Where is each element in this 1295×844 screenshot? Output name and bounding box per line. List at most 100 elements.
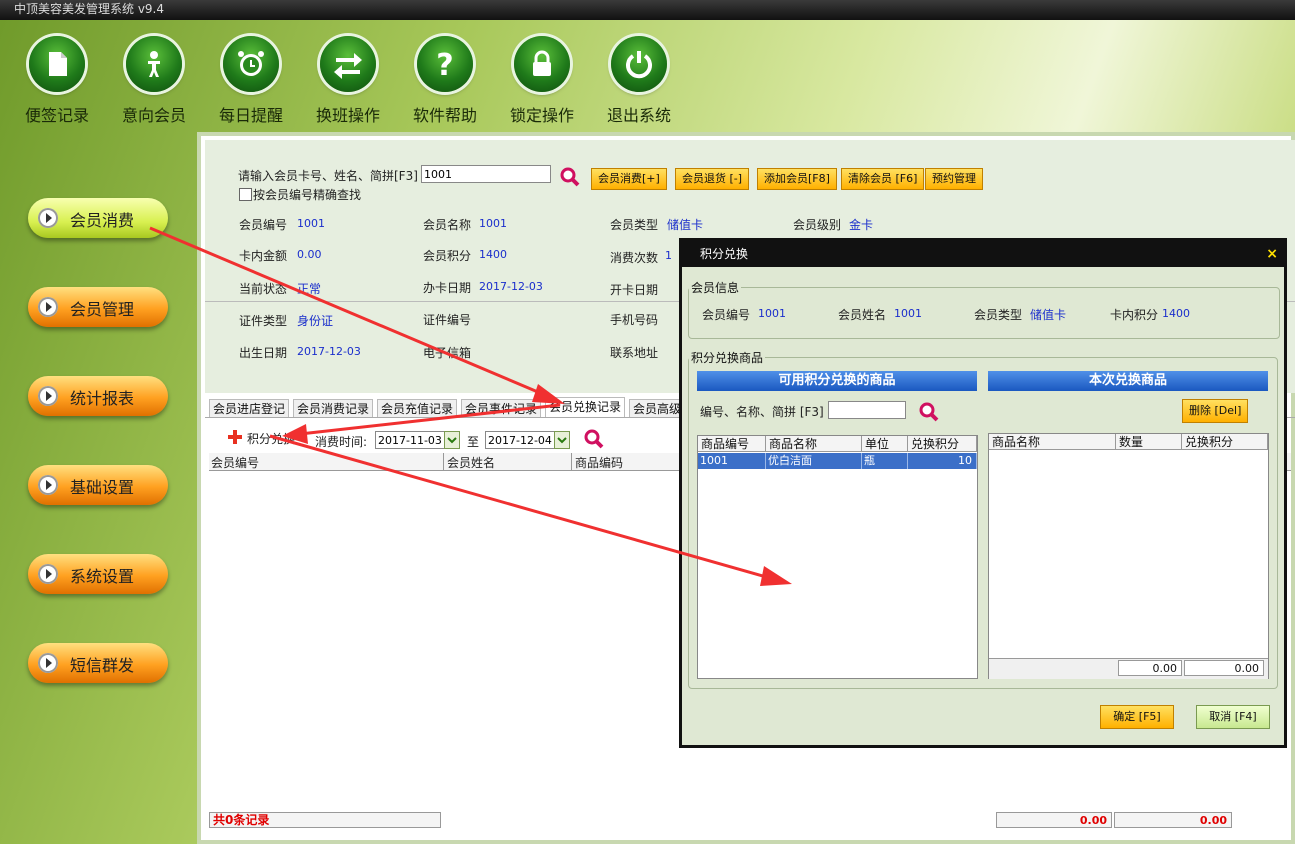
return-button[interactable]: 会员退货 [-] (675, 168, 750, 190)
label: 会员编号 (239, 218, 288, 232)
label: 联系地址 (610, 346, 659, 360)
clear-member-button[interactable]: 清除会员 [F6] (841, 168, 925, 190)
col-header[interactable]: 单位 (862, 436, 908, 452)
col-header[interactable]: 兑换积分 (908, 436, 977, 452)
dialog-member-name: 1001 (894, 307, 922, 320)
to-label: 至 (467, 435, 480, 449)
lock-icon (533, 50, 551, 76)
play-icon (38, 297, 58, 317)
tab-consume[interactable]: 会员消费记录 (293, 399, 374, 418)
chevron-down-icon (557, 437, 567, 444)
dialog-titlebar: 积分兑换 × (682, 241, 1284, 267)
nav-prospects-button[interactable]: 意向会员 (109, 36, 199, 126)
sum-2: 0.00 (1114, 812, 1232, 828)
nav-help-button[interactable]: ? 软件帮助 (400, 36, 490, 126)
member-search-input[interactable] (421, 165, 551, 183)
sidebar-system-settings[interactable]: 系统设置 (28, 554, 168, 594)
delete-button[interactable]: 删除 [Del] (1182, 399, 1249, 423)
sidebar-member-manage[interactable]: 会员管理 (28, 287, 168, 327)
play-icon (38, 386, 58, 406)
svg-text:?: ? (436, 48, 453, 80)
tab-recharge[interactable]: 会员充值记录 (377, 399, 458, 418)
label: 会员类型 (610, 218, 659, 232)
cell-code: 1001 (698, 453, 766, 469)
sidebar-member-consume[interactable]: 会员消费 (28, 198, 168, 238)
play-icon (38, 564, 58, 584)
member-birth: 2017-12-03 (297, 345, 361, 358)
label: 会员名称 (423, 218, 472, 232)
close-icon[interactable]: × (1266, 241, 1278, 267)
goods-filter-input[interactable] (828, 401, 906, 419)
alarm-clock-icon (238, 51, 264, 76)
available-goods-header: 可用积分兑换的商品 (697, 371, 977, 391)
col-header[interactable]: 商品编码 (575, 454, 623, 471)
label: 证件类型 (239, 314, 288, 328)
appointment-button[interactable]: 预约管理 (925, 168, 983, 190)
search-icon[interactable] (559, 166, 581, 188)
member-issue-date: 2017-12-03 (479, 280, 543, 293)
member-points: 1400 (479, 248, 507, 261)
label: 当前状态 (239, 282, 288, 296)
consume-button[interactable]: 会员消费[+] (591, 168, 667, 190)
nav-label: 意向会员 (121, 106, 186, 125)
nav-label: 退出系统 (606, 106, 671, 125)
swap-arrows-icon (334, 53, 362, 79)
dialog-member-points: 1400 (1162, 307, 1190, 320)
sidebar-label: 会员管理 (70, 300, 135, 319)
label: 会员类型 (974, 308, 1023, 322)
nav-reminder-button[interactable]: 每日提醒 (206, 36, 296, 126)
footer-points: 0.00 (1184, 660, 1264, 676)
search-prompt: 请输入会员卡号、姓名、简拼[F3] (238, 169, 418, 183)
nav-notes-button[interactable]: 便签记录 (12, 36, 102, 126)
col-header[interactable]: 商品编号 (698, 436, 766, 452)
nav-exit-button[interactable]: 退出系统 (594, 36, 684, 126)
dialog-title: 积分兑换 (700, 247, 749, 261)
add-member-button[interactable]: 添加会员[F8] (757, 168, 837, 190)
confirm-button[interactable]: 确定 [F5] (1100, 705, 1174, 729)
label: 开卡日期 (610, 283, 659, 297)
member-type: 储值卡 (667, 218, 704, 232)
date-from-input[interactable] (375, 431, 445, 449)
tab-checkin[interactable]: 会员进店登记 (209, 399, 290, 418)
group-legend: 积分兑换商品 (691, 351, 764, 365)
dialog-member-id: 1001 (758, 307, 786, 320)
label: 消费次数 (610, 251, 659, 265)
search-icon[interactable] (583, 428, 605, 450)
date-to-dropdown[interactable] (554, 431, 570, 449)
col-header[interactable]: 会员编号 (211, 454, 259, 471)
tab-events[interactable]: 会员事件记录 (461, 399, 542, 418)
date-to-input[interactable] (485, 431, 555, 449)
member-status: 正常 (297, 282, 322, 296)
title-bar: 中顶美容美发管理系统 v9.4 (0, 0, 1295, 20)
sidebar-sms[interactable]: 短信群发 (28, 643, 168, 683)
cell-name: 优白洁面 (766, 453, 862, 469)
cancel-button[interactable]: 取消 [F4] (1196, 705, 1270, 729)
col-header[interactable]: 商品名称 (766, 436, 862, 452)
nav-shift-button[interactable]: 换班操作 (303, 36, 393, 126)
top-nav: 便签记录 意向会员 每日提醒 换班操作 ? 软件帮助 锁定操作 退出系统 (0, 20, 1295, 132)
col-header[interactable]: 会员姓名 (447, 454, 495, 471)
sidebar-basic-settings[interactable]: 基础设置 (28, 465, 168, 505)
add-icon[interactable] (227, 429, 243, 445)
sidebar-label: 会员消费 (70, 211, 135, 230)
cell-points: 10 (908, 453, 977, 469)
exact-search-checkbox[interactable] (239, 188, 252, 201)
search-icon[interactable] (918, 401, 940, 423)
nav-lock-button[interactable]: 锁定操作 (497, 36, 587, 126)
power-icon (626, 51, 652, 79)
label: 出生日期 (239, 346, 288, 360)
chevron-down-icon (447, 437, 457, 444)
filter-label: 编号、名称、简拼 [F3] (700, 405, 824, 419)
tab-exchange[interactable]: 会员兑换记录 (545, 397, 626, 418)
col-header[interactable]: 商品名称 (989, 434, 1116, 450)
col-header[interactable]: 数量 (1116, 434, 1182, 450)
sum-1: 0.00 (996, 812, 1112, 828)
group-legend: 会员信息 (691, 281, 740, 295)
sidebar-reports[interactable]: 统计报表 (28, 376, 168, 416)
selected-goods-header: 本次兑换商品 (988, 371, 1268, 391)
points-exchange-button[interactable]: 积分兑换 (247, 430, 295, 447)
col-header[interactable]: 兑换积分 (1182, 434, 1268, 450)
tab-advanced[interactable]: 会员高级 (629, 399, 686, 418)
date-from-dropdown[interactable] (444, 431, 460, 449)
label: 办卡日期 (423, 281, 472, 295)
